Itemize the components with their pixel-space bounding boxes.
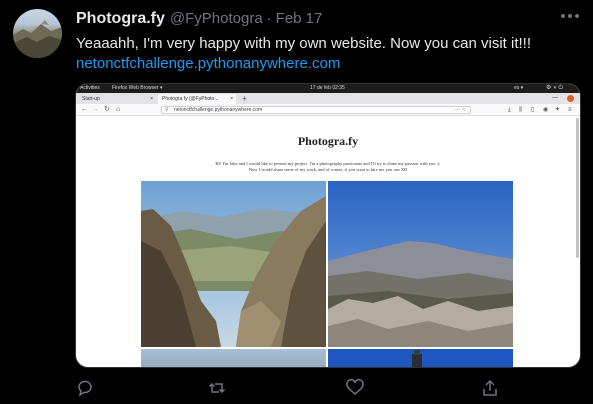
tweet-date[interactable]: Feb 17 bbox=[276, 10, 323, 27]
bookmark-star-icon[interactable]: ··· ☆ bbox=[455, 107, 466, 114]
photo-mountain-ridge[interactable] bbox=[328, 181, 513, 347]
tweet-link[interactable]: netonctfchallenge.pythonanywhere.com bbox=[76, 54, 340, 74]
back-icon[interactable]: ← bbox=[81, 106, 88, 114]
retweet-icon[interactable] bbox=[207, 378, 227, 398]
user-handle[interactable]: @FyPhotogra bbox=[170, 10, 263, 27]
reply-icon[interactable] bbox=[75, 378, 95, 398]
os-locale: es ▾ bbox=[514, 85, 524, 91]
tab-label: Photogra.fy (@FyPhoto... bbox=[162, 96, 219, 102]
sidebar-icon[interactable]: ▯ bbox=[531, 106, 534, 114]
site-intro-line2: Now I would share some of my work, and o… bbox=[248, 167, 408, 172]
library-icon[interactable]: ⫼ bbox=[519, 106, 522, 114]
close-icon[interactable]: × bbox=[150, 94, 153, 104]
os-top-bar: Activities Firefox Web Browser ▾ 17 de f… bbox=[76, 84, 580, 93]
extension-icon[interactable]: ✦ bbox=[555, 106, 560, 114]
avatar-landscape bbox=[13, 20, 62, 58]
os-app-name: Firefox Web Browser ▾ bbox=[112, 85, 163, 91]
url-text: netonctfchallenge.pythonanywhere.com bbox=[174, 107, 263, 113]
separator-dot: · bbox=[266, 10, 272, 27]
site-title: Photogra.fy bbox=[297, 134, 359, 148]
url-field[interactable]: ⚲ netonctfchallenge.pythonanywhere.com ·… bbox=[161, 106, 471, 114]
os-clock: 17 de feb 02:35 bbox=[310, 85, 345, 91]
photo-partial-left[interactable] bbox=[141, 349, 326, 367]
share-icon[interactable] bbox=[480, 378, 500, 398]
tweet-text: Yeaaahh, I'm very happy with my own webs… bbox=[76, 35, 532, 52]
more-icon[interactable] bbox=[561, 14, 579, 20]
lock-icon: ⚲ bbox=[165, 107, 169, 113]
tab-startup[interactable]: Start-up × bbox=[78, 94, 156, 104]
avatar[interactable] bbox=[13, 9, 62, 58]
account-icon[interactable]: ◉ bbox=[543, 106, 548, 114]
tweet-actions bbox=[0, 376, 593, 400]
page-scrollbar[interactable] bbox=[576, 118, 579, 258]
download-icon[interactable]: ⤓ bbox=[508, 106, 511, 114]
display-name[interactable]: Photogra.fy bbox=[76, 10, 165, 28]
reload-icon[interactable]: ↻ bbox=[104, 106, 110, 114]
tweet-media[interactable]: Activities Firefox Web Browser ▾ 17 de f… bbox=[75, 83, 581, 368]
new-tab-button[interactable]: + bbox=[242, 93, 247, 104]
browser-tab-bar: Start-up × Photogra.fy (@FyPhoto... × + … bbox=[76, 93, 580, 104]
photo-partial-right[interactable] bbox=[328, 349, 513, 367]
menu-icon[interactable]: ≡ bbox=[568, 106, 572, 114]
os-activities: Activities bbox=[80, 85, 100, 91]
os-status-icons: ⚙ ◖ ⏻ bbox=[546, 85, 564, 91]
close-icon[interactable]: × bbox=[230, 94, 233, 104]
tab-label: Start-up bbox=[82, 96, 100, 102]
tweet-header: Photogra.fy @FyPhotogra · Feb 17 bbox=[76, 10, 322, 30]
site-intro: Hi! I'm Jake and I would like to present… bbox=[76, 161, 580, 173]
tab-photografy[interactable]: Photogra.fy (@FyPhoto... × bbox=[158, 94, 236, 104]
home-icon[interactable]: ⌂ bbox=[116, 106, 120, 114]
close-window-icon[interactable] bbox=[567, 95, 574, 102]
photo-mountain-valley[interactable] bbox=[141, 181, 326, 347]
window-controls: — bbox=[552, 95, 558, 101]
forward-icon[interactable]: → bbox=[92, 106, 99, 114]
browser-nav-bar: ← → ↻ ⌂ ⚲ netonctfchallenge.pythonanywhe… bbox=[76, 104, 580, 116]
like-icon[interactable] bbox=[345, 378, 365, 398]
